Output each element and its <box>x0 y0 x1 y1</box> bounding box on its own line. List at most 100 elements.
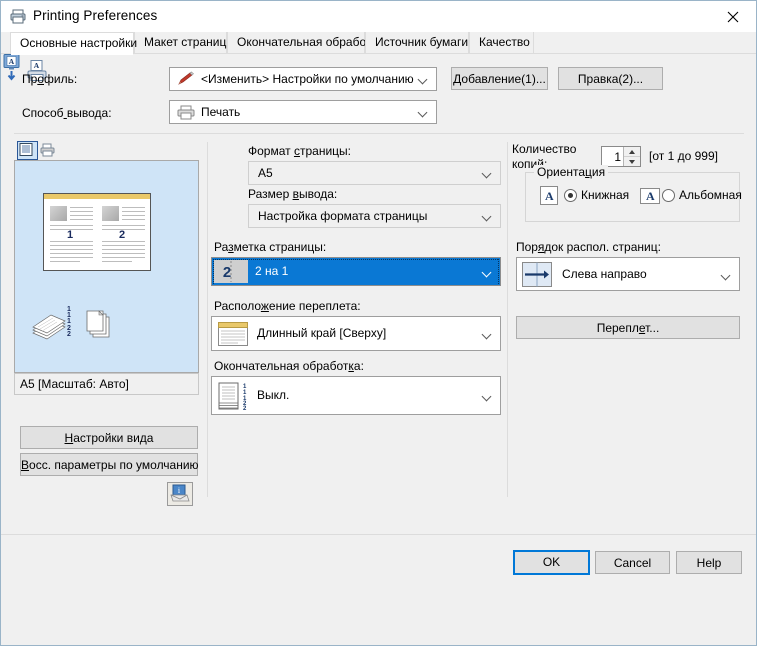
stepper-up-button[interactable] <box>624 147 640 157</box>
cancel-button[interactable]: Cancel <box>595 551 670 574</box>
panel-divider-right <box>507 142 508 497</box>
ok-label: OK <box>542 555 561 569</box>
profile-label: Профиль: <box>22 72 78 86</box>
preview-status-bar: A5 [Масштаб: Авто] <box>14 373 199 395</box>
preview-page-1: 1 <box>48 203 95 269</box>
stepper-buttons[interactable] <box>623 147 640 166</box>
tab-paper-source[interactable]: Источник бумаги <box>365 32 469 54</box>
dialog-footer: OK Cancel Help <box>1 534 756 645</box>
copies-stepper[interactable]: 1 <box>601 146 641 167</box>
ok-button[interactable]: OK <box>513 550 590 575</box>
page-size-label: Формат страницы: <box>248 144 351 158</box>
preview-sheet: 1 2 <box>43 193 151 271</box>
binding-settings-button[interactable]: Переплет... <box>516 316 740 339</box>
binding-location-label: Расположение переплета: <box>214 299 361 313</box>
help-label: Help <box>696 556 722 570</box>
finishing-value: Выкл. <box>257 388 290 402</box>
preview-page-number: 2 <box>119 229 126 241</box>
add-profile-label: Добавление(1)... <box>453 72 546 86</box>
copies-value: 1 <box>614 150 621 164</box>
output-method-value: Печать <box>201 105 241 119</box>
svg-text:A: A <box>9 57 15 66</box>
preview-panel: 1 2 1 1 1 2 2 A5 [Масштаб: Авто] <box>14 139 199 399</box>
panel-divider-left <box>207 142 208 497</box>
page-order-value: Слева направо <box>562 267 647 281</box>
orientation-portrait-radio[interactable] <box>564 189 577 202</box>
portrait-icon: A <box>540 186 558 205</box>
chevron-down-icon <box>483 331 492 337</box>
profile-value: <Изменить> Настройки по умолчанию <box>201 72 414 86</box>
2-up-icon: 2 <box>214 260 248 283</box>
page-preview-area: 1 2 1 1 1 2 2 <box>14 160 199 373</box>
page-layout-value: 2 на 1 <box>255 264 289 278</box>
orientation-group: Ориентация A Книжная A Альбомная <box>525 165 742 222</box>
info-box-icon[interactable]: i <box>167 482 193 506</box>
page-size-value: A5 <box>258 166 273 180</box>
preview-image-placeholder <box>50 206 67 221</box>
tab-quality[interactable]: Качество <box>469 32 534 54</box>
output-size-combo[interactable]: Настройка формата страницы <box>248 204 501 228</box>
chevron-down-icon <box>483 213 492 219</box>
page-order-label: Порядок распол. страниц: <box>516 240 661 254</box>
binding-location-value: Длинный край [Сверху] <box>257 326 387 340</box>
preview-image-placeholder <box>102 206 119 221</box>
chevron-down-icon <box>483 269 492 275</box>
binding-edge-indicator <box>44 194 150 199</box>
view-settings-label: Настройки вида <box>64 431 154 445</box>
tab-strip: Основные настройки Макет страницы Оконча… <box>1 32 756 55</box>
output-size-label: Размер вывода: <box>248 187 338 201</box>
landscape-icon: A <box>640 188 660 204</box>
orientation-landscape-radio[interactable] <box>662 189 675 202</box>
printer-preview-icon[interactable] <box>39 141 58 158</box>
preview-page-2: 2 <box>100 203 147 269</box>
preview-view-tabs <box>14 139 199 161</box>
output-stack-icon <box>31 309 71 341</box>
help-button[interactable]: Help <box>676 551 742 574</box>
edit-profile-button[interactable]: Правка(2)... <box>558 67 663 90</box>
copies-label-line1: Количество <box>512 142 577 156</box>
left-to-right-icon <box>522 262 552 287</box>
preview-page-number: 1 <box>67 229 74 241</box>
orientation-portrait-label: Книжная <box>581 188 630 202</box>
svg-text:2: 2 <box>223 264 231 281</box>
tab-page-layout[interactable]: Макет страницы <box>134 32 235 54</box>
tab-main-settings[interactable]: Основные настройки <box>10 32 137 55</box>
window-title: Printing Preferences <box>33 8 158 23</box>
collate-off-icon: 1 1 1 2 2 <box>218 382 252 412</box>
edit-profile-label: Правка(2)... <box>577 72 644 86</box>
add-profile-button[interactable]: Добавление(1)... <box>451 67 548 90</box>
restore-defaults-label: Восс. параметры по умолчанию <box>21 458 199 472</box>
top-divider <box>14 133 744 134</box>
binding-settings-label: Переплет... <box>596 321 660 335</box>
footer-divider <box>1 534 756 535</box>
output-method-combo[interactable]: Печать <box>169 100 437 124</box>
chevron-down-icon <box>419 76 428 82</box>
output-method-label: Способ вывода: <box>22 106 112 120</box>
finishing-combo[interactable]: 1 1 1 2 2 Выкл. <box>211 376 501 415</box>
svg-text:A: A <box>34 61 40 70</box>
profile-combo[interactable]: <Изменить> Настройки по умолчанию <box>169 67 437 91</box>
copies-range-hint: [от 1 до 999] <box>649 149 718 163</box>
main-settings-panel: Профиль: <Изменить> Настройки по умолчан… <box>1 54 756 534</box>
page-order-combo[interactable]: Слева направо <box>516 257 740 291</box>
close-button[interactable] <box>711 1 756 31</box>
restore-defaults-button[interactable]: Восс. параметры по умолчанию <box>20 453 199 476</box>
title-bar: Printing Preferences <box>1 1 756 32</box>
printer-icon <box>10 9 26 24</box>
page-preview-icon[interactable] <box>17 141 38 160</box>
binding-location-combo[interactable]: Длинный край [Сверху] <box>211 316 501 351</box>
chevron-down-icon <box>483 393 492 399</box>
pencil-icon <box>176 71 196 88</box>
printing-preferences-dialog: Printing Preferences Основные настройки … <box>0 0 757 646</box>
copies-icon <box>83 309 117 341</box>
cancel-label: Cancel <box>613 556 652 570</box>
chevron-down-icon <box>483 170 492 176</box>
stepper-down-button[interactable] <box>624 157 640 166</box>
view-settings-button[interactable]: Настройки вида <box>20 426 198 449</box>
long-edge-top-icon <box>218 322 248 346</box>
tab-finishing[interactable]: Окончательная обработка <box>227 32 384 54</box>
page-layout-combo[interactable]: 2 2 на 1 <box>211 257 501 286</box>
output-size-value: Настройка формата страницы <box>258 209 428 223</box>
page-size-combo[interactable]: A5 <box>248 161 501 185</box>
finishing-label: Окончательная обработка: <box>214 359 364 373</box>
